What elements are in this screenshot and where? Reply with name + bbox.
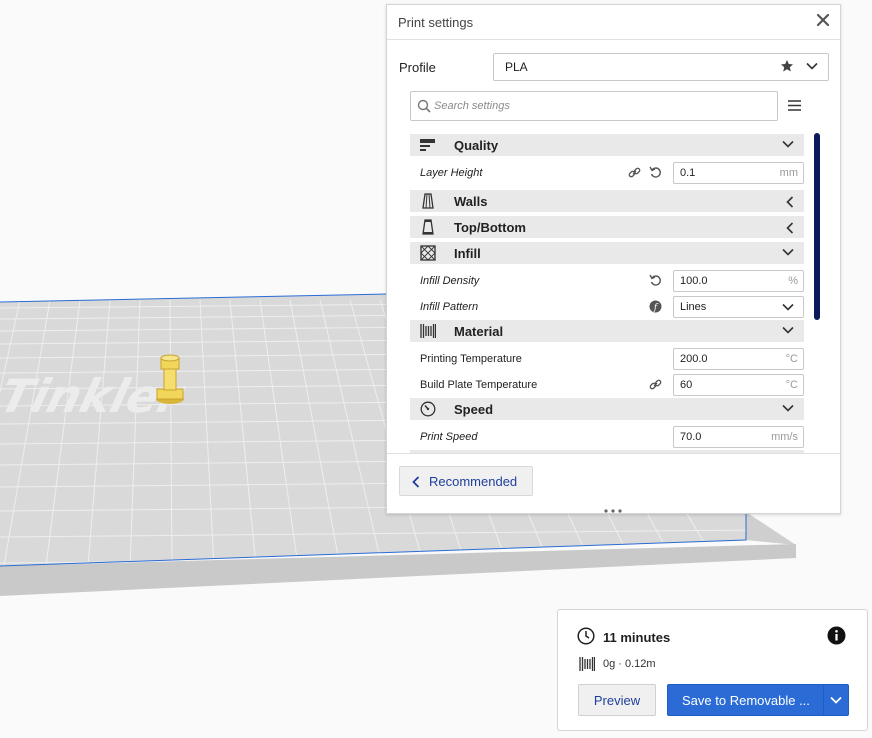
field-unit: °C	[785, 353, 798, 365]
build-plate-temperature-input[interactable]: 60 °C	[673, 374, 804, 396]
category-label: Infill	[454, 246, 481, 261]
field-value: 60	[680, 379, 693, 391]
field-unit: °C	[785, 379, 798, 391]
chevron-down-icon	[782, 248, 794, 256]
category-label: Speed	[454, 402, 494, 417]
info-icon[interactable]	[827, 626, 846, 645]
material-spool-icon	[420, 324, 436, 338]
chevron-down-icon	[782, 140, 794, 148]
setting-build-plate-temperature: Build Plate Temperature 60 °C	[410, 373, 804, 397]
search-icon	[417, 99, 431, 113]
infill-pattern-select[interactable]: Lines	[673, 296, 804, 318]
print-output-panel: 11 minutes 0g · 0.12m Preview Save to Re…	[557, 609, 868, 731]
clock-icon	[577, 627, 595, 645]
save-to-removable-button[interactable]: Save to Removable ...	[667, 684, 824, 716]
setting-label: Printing Temperature	[420, 353, 522, 365]
layer-height-input[interactable]: 0.1 mm	[673, 162, 804, 184]
setting-label: Infill Pattern	[420, 301, 479, 313]
panel-header: Print settings	[387, 5, 840, 40]
setting-label: Layer Height	[420, 167, 483, 179]
print-settings-panel: Print settings Profile PLA Search settin…	[386, 4, 841, 514]
chevron-left-icon	[786, 196, 794, 208]
reset-icon[interactable]	[649, 274, 662, 287]
printing-temperature-input[interactable]: 200.0 °C	[673, 348, 804, 370]
chevron-left-icon	[786, 222, 794, 234]
category-walls[interactable]: Walls	[410, 190, 804, 212]
field-unit: %	[788, 275, 798, 287]
field-value: Lines	[680, 301, 707, 313]
link-icon[interactable]	[628, 166, 641, 179]
close-icon	[816, 13, 830, 27]
category-top-bottom[interactable]: Top/Bottom	[410, 216, 804, 238]
function-icon[interactable]: f	[649, 300, 662, 313]
print-speed-input[interactable]: 70.0 mm/s	[673, 426, 804, 448]
material-usage: 0g · 0.12m	[603, 658, 656, 670]
panel-title: Print settings	[398, 15, 474, 30]
settings-scrollbar[interactable]	[814, 133, 820, 320]
resize-handle-icon[interactable]	[603, 508, 623, 514]
save-options-dropdown[interactable]	[823, 684, 849, 716]
chevron-down-icon	[782, 303, 794, 311]
setting-print-speed: Print Speed 70.0 mm/s	[410, 425, 804, 449]
walls-icon	[422, 193, 434, 209]
category-label: Quality	[454, 138, 499, 153]
setting-label: Print Speed	[420, 431, 478, 443]
category-label: Top/Bottom	[454, 220, 526, 235]
search-placeholder: Search settings	[434, 100, 510, 112]
category-quality[interactable]: Quality	[410, 134, 804, 156]
setting-printing-temperature: Printing Temperature 200.0 °C	[410, 347, 804, 371]
infill-icon	[420, 245, 436, 261]
search-input[interactable]: Search settings	[410, 91, 778, 121]
infill-density-input[interactable]: 100.0 %	[673, 270, 804, 292]
field-value: 100.0	[680, 275, 708, 287]
save-label: Save to Removable ...	[682, 693, 810, 708]
category-label: Material	[454, 324, 504, 339]
preview-label: Preview	[593, 693, 641, 708]
chevron-down-icon	[782, 404, 794, 412]
recommended-button[interactable]: Recommended	[399, 466, 533, 496]
print-time: 11 minutes	[603, 630, 671, 645]
field-value: 200.0	[680, 353, 708, 365]
recommended-label: Recommended	[429, 474, 518, 489]
setting-layer-height: Layer Height 0.1 mm	[410, 161, 804, 185]
field-value: 0.1	[680, 167, 696, 179]
profile-select[interactable]: PLA	[493, 53, 829, 81]
chevron-left-icon	[412, 476, 420, 488]
setting-label: Build Plate Temperature	[420, 379, 538, 391]
preview-button[interactable]: Preview	[578, 684, 656, 716]
settings-menu-icon[interactable]	[788, 100, 801, 111]
setting-infill-pattern: Infill Pattern f Lines	[410, 295, 804, 319]
chevron-down-icon	[830, 696, 842, 704]
settings-list[interactable]: Quality Layer Height 0.1 mm Walls Top/Bo…	[410, 133, 805, 454]
footer-divider	[387, 453, 840, 454]
category-label: Walls	[454, 194, 488, 209]
profile-value: PLA	[505, 60, 528, 74]
setting-infill-density: Infill Density 100.0 %	[410, 269, 804, 293]
field-unit: mm	[779, 167, 798, 179]
profile-label: Profile	[399, 60, 436, 75]
category-infill[interactable]: Infill	[410, 242, 804, 264]
chevron-down-icon	[806, 62, 818, 70]
material-spool-icon	[579, 657, 595, 671]
close-button[interactable]	[816, 13, 830, 27]
setting-label: Infill Density	[420, 275, 480, 287]
star-icon[interactable]	[780, 59, 794, 73]
category-speed[interactable]: Speed	[410, 398, 804, 420]
category-material[interactable]: Material	[410, 320, 804, 342]
field-value: 70.0	[680, 431, 702, 443]
field-unit: mm/s	[771, 431, 798, 443]
reset-icon[interactable]	[649, 166, 662, 179]
top-bottom-icon	[422, 219, 434, 235]
speed-gauge-icon	[420, 401, 436, 417]
quality-icon	[420, 139, 435, 151]
link-icon[interactable]	[649, 378, 662, 391]
chevron-down-icon	[782, 326, 794, 334]
